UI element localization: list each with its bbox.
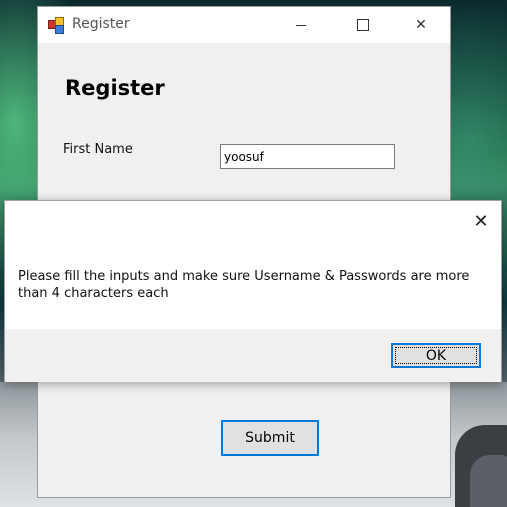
message-dialog: ✕ Please fill the inputs and make sure U… [4, 200, 502, 382]
page-title: Register [65, 76, 165, 100]
background-dog-shape-2 [470, 455, 507, 507]
ok-button[interactable]: OK [391, 343, 481, 368]
close-icon: ✕ [473, 210, 489, 232]
dialog-close-button[interactable]: ✕ [467, 207, 495, 235]
maximize-button[interactable] [340, 7, 386, 43]
submit-button[interactable]: Submit [221, 420, 319, 456]
maximize-icon [357, 19, 369, 31]
window-title: Register [72, 16, 130, 32]
first-name-label: First Name [63, 142, 133, 157]
title-bar[interactable]: Register ✕ [38, 7, 450, 43]
window-close-button[interactable]: ✕ [398, 7, 444, 43]
form-app-icon [48, 17, 64, 34]
dialog-message: Please fill the inputs and make sure Use… [18, 269, 470, 301]
first-name-field[interactable] [220, 144, 395, 169]
minimize-icon [296, 24, 306, 26]
minimize-button[interactable] [278, 7, 324, 43]
dialog-footer: OK [5, 329, 501, 382]
close-icon: ✕ [415, 17, 427, 33]
